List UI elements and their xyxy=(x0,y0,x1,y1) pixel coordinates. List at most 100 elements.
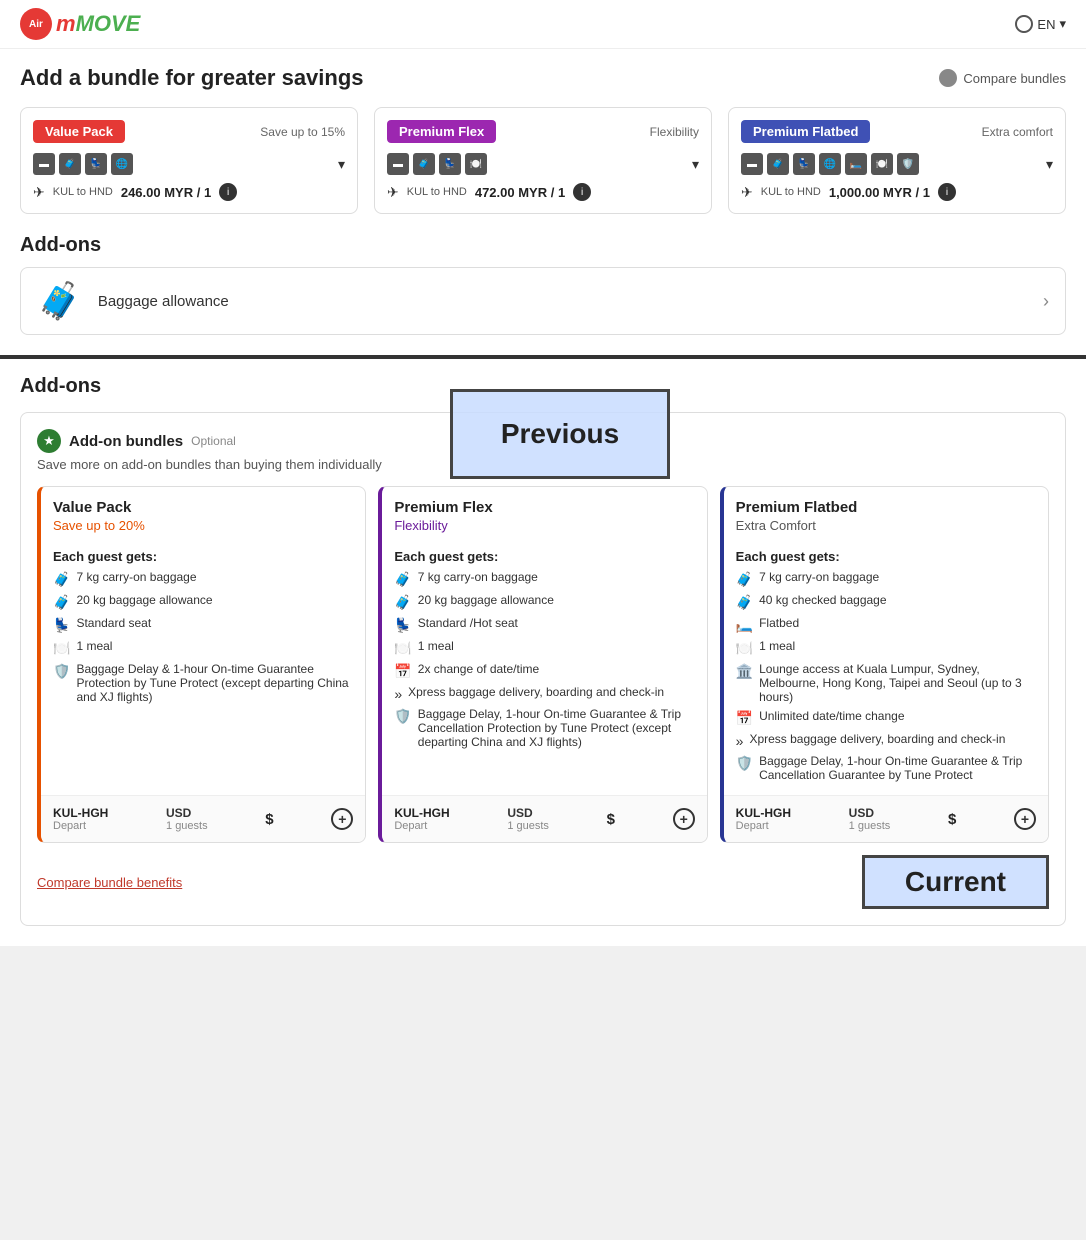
feature-icon: 🧳 xyxy=(736,594,753,611)
feature-icon: 🛡️ xyxy=(53,663,70,680)
value-dropdown-arrow[interactable]: ▾ xyxy=(338,156,345,173)
icon-meal3: 🍽️ xyxy=(871,153,893,175)
value-each-guest: Each guest gets: xyxy=(53,549,353,564)
flex-footer-guests: 1 guests xyxy=(507,820,549,832)
flatbed-footer-currency: USD xyxy=(849,806,891,820)
feature-icon: 💺 xyxy=(53,617,70,634)
feature-icon: 💺 xyxy=(394,617,411,634)
icon-seat2: 💺 xyxy=(439,153,461,175)
value-detail-name: Value Pack xyxy=(53,499,353,516)
flatbed-footer-price: $ xyxy=(948,811,956,828)
feature-item: 🛡️ Baggage Delay, 1-hour On-time Guarant… xyxy=(736,754,1036,782)
logo: Air mMOVE xyxy=(20,8,140,40)
bundle-cards-row: Value Pack Save up to 15% ▬ 🧳 💺 🌐 ▾ ✈ KU… xyxy=(20,107,1066,214)
flatbed-dropdown-arrow[interactable]: ▾ xyxy=(1046,156,1053,173)
icon-film2: ▬ xyxy=(387,153,409,175)
bundle-card-value[interactable]: Value Pack Save up to 15% ▬ 🧳 💺 🌐 ▾ ✈ KU… xyxy=(20,107,358,214)
feature-item: 🛡️ Baggage Delay & 1-hour On-time Guaran… xyxy=(53,662,353,704)
baggage-text: Baggage allowance xyxy=(98,293,1043,310)
flex-detail-top: Premium Flex Flexibility xyxy=(382,487,706,541)
compare-bundles-button[interactable]: Compare bundles xyxy=(939,69,1066,87)
feature-text: 7 kg carry-on baggage xyxy=(76,570,196,584)
feature-item: 🍽️ 1 meal xyxy=(394,639,694,657)
icon-seat3: 💺 xyxy=(793,153,815,175)
feature-text: Baggage Delay, 1-hour On-time Guarantee … xyxy=(759,754,1036,782)
plane-icon-2: ✈ xyxy=(387,184,399,201)
feature-item: 🧳 7 kg carry-on baggage xyxy=(394,570,694,588)
compare-link[interactable]: Compare bundle benefits xyxy=(37,875,182,890)
top-section: Add a bundle for greater savings Compare… xyxy=(0,49,1086,357)
icon-flat3: 🛏️ xyxy=(845,153,867,175)
compare-bundles-label: Compare bundles xyxy=(963,71,1066,86)
feature-text: Xpress baggage delivery, boarding and ch… xyxy=(749,732,1005,746)
bundle-card-premium-flatbed[interactable]: Premium Flatbed Extra comfort ▬ 🧳 💺 🌐 🛏️… xyxy=(728,107,1066,214)
premium-flex-tag: Premium Flex xyxy=(387,120,496,143)
value-footer-price: $ xyxy=(265,811,273,828)
lang-selector[interactable]: EN ▾ xyxy=(1015,15,1066,33)
bundle-card-premium-flex[interactable]: Premium Flex Flexibility ▬ 🧳 💺 🍽️ ▾ ✈ KU… xyxy=(374,107,712,214)
feature-text: Baggage Delay & 1-hour On-time Guarantee… xyxy=(76,662,353,704)
addons-top-title: Add-ons xyxy=(20,234,1066,257)
bundle-detail-premium-flex: Premium Flex Flexibility Each guest gets… xyxy=(378,486,707,843)
value-footer-mid: USD 1 guests xyxy=(166,806,208,832)
value-add-button[interactable]: + xyxy=(331,808,353,830)
flex-add-button[interactable]: + xyxy=(673,808,695,830)
logo-icon: Air xyxy=(20,8,52,40)
value-route: KUL to HND xyxy=(53,186,113,198)
value-detail-body: Each guest gets: 🧳 7 kg carry-on baggage… xyxy=(41,541,365,795)
baggage-row[interactable]: 🧳 Baggage allowance › xyxy=(20,267,1066,335)
feature-icon: 📅 xyxy=(394,663,411,680)
flatbed-footer-dollar: $ xyxy=(948,811,956,828)
icon-bag2: 🧳 xyxy=(413,153,435,175)
flex-detail-footer: KUL-HGH Depart USD 1 guests $ + xyxy=(382,795,706,842)
compare-icon xyxy=(939,69,957,87)
feature-item: 🧳 20 kg baggage allowance xyxy=(394,593,694,611)
feature-item: 🛏️ Flatbed xyxy=(736,616,1036,634)
flex-detail-body: Each guest gets: 🧳 7 kg carry-on baggage… xyxy=(382,541,706,795)
logo-text: mMOVE xyxy=(56,11,140,37)
feature-text: 1 meal xyxy=(759,639,795,653)
feature-icon: 🛡️ xyxy=(394,708,411,725)
flatbed-footer-guests: 1 guests xyxy=(849,820,891,832)
icon-bag3: 🧳 xyxy=(767,153,789,175)
feature-icon: » xyxy=(394,686,402,702)
flatbed-add-button[interactable]: + xyxy=(1014,808,1036,830)
flex-footer-left: KUL-HGH Depart xyxy=(394,806,449,832)
bundle-detail-value: Value Pack Save up to 20% Each guest get… xyxy=(37,486,366,843)
feature-icon: 🧳 xyxy=(394,594,411,611)
feature-text: Baggage Delay, 1-hour On-time Guarantee … xyxy=(418,707,695,749)
flatbed-detail-name: Premium Flatbed xyxy=(736,499,1036,516)
flex-route: KUL to HND xyxy=(407,186,467,198)
flex-dropdown-arrow[interactable]: ▾ xyxy=(692,156,699,173)
feature-item: » Xpress baggage delivery, boarding and … xyxy=(394,685,694,702)
previous-label: Previous xyxy=(450,389,670,479)
flatbed-detail-body: Each guest gets: 🧳 7 kg carry-on baggage… xyxy=(724,541,1048,795)
feature-icon: 🧳 xyxy=(394,571,411,588)
feature-text: 7 kg carry-on baggage xyxy=(418,570,538,584)
icon-globe3: 🌐 xyxy=(819,153,841,175)
feature-icon: 🍽️ xyxy=(53,640,70,657)
plane-icon-3: ✈ xyxy=(741,184,753,201)
feature-item: 🍽️ 1 meal xyxy=(53,639,353,657)
value-info[interactable]: i xyxy=(219,183,237,201)
icon-shield3: 🛡️ xyxy=(897,153,919,175)
feature-text: 40 kg checked baggage xyxy=(759,593,886,607)
flatbed-price: 1,000.00 MYR / 1 xyxy=(829,185,930,200)
value-pack-icons: ▬ 🧳 💺 🌐 ▾ xyxy=(33,153,345,175)
premium-flex-subtitle: Flexibility xyxy=(650,125,699,139)
feature-item: 🍽️ 1 meal xyxy=(736,639,1036,657)
premium-flatbed-subtitle: Extra comfort xyxy=(982,125,1053,139)
value-pack-subtitle: Save up to 15% xyxy=(260,125,345,139)
flex-detail-sub: Flexibility xyxy=(394,518,694,533)
value-pack-price-row: ✈ KUL to HND 246.00 MYR / 1 i xyxy=(33,183,345,201)
feature-item: 📅 2x change of date/time xyxy=(394,662,694,680)
nav-bar: Air mMOVE EN ▾ xyxy=(0,0,1086,49)
flex-footer-currency: USD xyxy=(507,806,549,820)
globe-icon xyxy=(1015,15,1033,33)
feature-item: 🧳 7 kg carry-on baggage xyxy=(736,570,1036,588)
feature-item: » Xpress baggage delivery, boarding and … xyxy=(736,732,1036,749)
feature-icon: 🍽️ xyxy=(394,640,411,657)
value-detail-footer: KUL-HGH Depart USD 1 guests $ + xyxy=(41,795,365,842)
flex-info[interactable]: i xyxy=(573,183,591,201)
flatbed-info[interactable]: i xyxy=(938,183,956,201)
